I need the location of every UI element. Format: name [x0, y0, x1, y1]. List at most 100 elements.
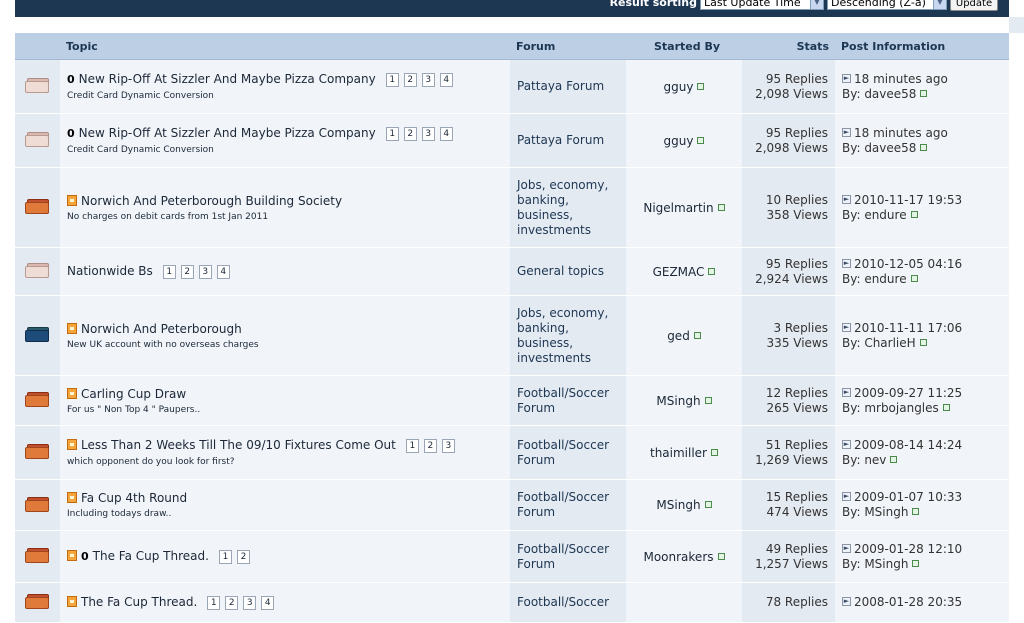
page-link[interactable]: 1 [385, 72, 399, 87]
header-topic[interactable]: Topic [60, 33, 510, 60]
forum-link[interactable]: Jobs, economy, banking, business, invest… [517, 306, 608, 365]
profile-card-icon[interactable] [942, 403, 950, 411]
last-post-time[interactable]: 2010-11-17 19:53 [854, 193, 962, 207]
last-poster[interactable]: By: MSingh [842, 505, 908, 519]
starter-link[interactable]: MSingh [656, 394, 700, 408]
chevron-down-icon[interactable]: ▼ [810, 0, 823, 9]
last-post-time[interactable]: 2010-11-11 17:06 [854, 321, 962, 335]
last-post-arrow-icon[interactable]: ► [842, 492, 851, 501]
header-post-information[interactable]: Post Information [835, 33, 1009, 60]
starter-link[interactable]: GEZMAC [653, 265, 705, 279]
last-post-time[interactable]: 2009-09-27 11:25 [854, 386, 962, 400]
page-link[interactable]: 2 [236, 549, 250, 564]
starter-link[interactable]: Moonrakers [643, 550, 713, 564]
profile-card-icon[interactable] [704, 396, 712, 404]
page-link[interactable]: 3 [421, 72, 435, 87]
forum-link[interactable]: Football/Soccer [517, 595, 609, 609]
profile-card-icon[interactable] [912, 559, 920, 567]
page-link[interactable]: 3 [441, 438, 455, 453]
topic-title-link[interactable]: The Fa Cup Thread. [81, 595, 197, 609]
last-post-arrow-icon[interactable]: ► [842, 194, 851, 204]
last-poster[interactable]: By: nev [842, 453, 886, 467]
starter-link[interactable]: Nigelmartin [643, 201, 713, 215]
page-link[interactable]: 2 [225, 595, 239, 610]
page-link[interactable]: 1 [405, 438, 419, 453]
page-link[interactable]: 1 [207, 595, 221, 610]
last-poster[interactable]: By: endure [842, 272, 907, 286]
topic-title-link[interactable]: Fa Cup 4th Round [81, 491, 187, 505]
sort-order-select[interactable]: Descending (Z-a) ▼ [827, 0, 947, 10]
profile-card-icon[interactable] [708, 267, 716, 275]
page-link[interactable]: 1 [218, 549, 232, 564]
topic-title-link[interactable]: Norwich And Peterborough Building Societ… [81, 194, 342, 208]
page-link[interactable]: 2 [180, 264, 194, 279]
page-link[interactable]: 4 [439, 72, 453, 87]
forum-link[interactable]: Pattaya Forum [517, 133, 604, 147]
last-post-time[interactable]: 2010-12-05 04:16 [854, 257, 962, 271]
forum-link[interactable]: Pattaya Forum [517, 79, 604, 93]
page-link[interactable]: 3 [243, 595, 257, 610]
header-started-by[interactable]: Started By [626, 33, 742, 60]
page-link[interactable]: 4 [439, 126, 453, 141]
profile-card-icon[interactable] [717, 203, 725, 211]
page-link[interactable]: 2 [403, 126, 417, 141]
last-poster[interactable]: By: MSingh [842, 557, 908, 571]
profile-card-icon[interactable] [890, 455, 898, 463]
last-post-time[interactable]: 2009-08-14 14:24 [854, 438, 962, 452]
last-poster[interactable]: By: davee58 [842, 87, 916, 101]
page-link[interactable]: 1 [385, 126, 399, 141]
last-post-arrow-icon[interactable]: ► [842, 127, 851, 137]
header-forum[interactable]: Forum [510, 33, 626, 60]
forum-link[interactable]: General topics [517, 264, 604, 278]
last-post-arrow-icon[interactable]: ► [842, 387, 851, 397]
profile-card-icon[interactable] [912, 508, 920, 515]
last-post-arrow-icon[interactable]: ► [842, 543, 851, 553]
header-stats[interactable]: Stats [742, 33, 835, 60]
page-link[interactable]: 2 [403, 72, 417, 87]
profile-card-icon[interactable] [697, 82, 705, 90]
topic-title-link[interactable]: New Rip-Off At Sizzler And Maybe Pizza C… [79, 126, 376, 140]
last-poster[interactable]: By: davee58 [842, 141, 916, 155]
forum-link[interactable]: Football/Soccer Forum [517, 386, 609, 415]
topic-title-link[interactable]: Norwich And Peterborough [81, 322, 242, 336]
page-link[interactable]: 3 [198, 264, 212, 279]
starter-link[interactable]: MSingh [656, 498, 700, 512]
profile-card-icon[interactable] [711, 448, 718, 456]
topic-title-link[interactable]: The Fa Cup Thread. [93, 549, 209, 563]
page-link[interactable]: 2 [423, 438, 437, 453]
profile-card-icon[interactable] [697, 136, 705, 144]
last-post-time[interactable]: 2008-01-28 20:35 [854, 595, 962, 609]
last-post-arrow-icon[interactable]: ► [842, 73, 851, 83]
topic-title-link[interactable]: Carling Cup Draw [81, 387, 186, 401]
last-poster[interactable]: By: mrbojangles [842, 401, 939, 415]
last-post-arrow-icon[interactable]: ► [842, 258, 851, 268]
profile-card-icon[interactable] [919, 338, 927, 346]
last-post-time[interactable]: 2009-01-28 12:10 [854, 542, 962, 556]
forum-link[interactable]: Football/Soccer Forum [517, 542, 609, 571]
profile-card-icon[interactable] [910, 210, 918, 218]
page-link[interactable]: 4 [261, 595, 275, 610]
last-post-arrow-icon[interactable]: ► [842, 322, 851, 332]
last-post-time[interactable]: 18 minutes ago [854, 126, 948, 140]
topic-title-link[interactable]: Nationwide Bs [67, 264, 153, 278]
page-link[interactable]: 3 [421, 126, 435, 141]
profile-card-icon[interactable] [910, 274, 918, 282]
last-poster[interactable]: By: CharlieH [842, 336, 916, 350]
profile-card-icon[interactable] [717, 552, 725, 560]
page-link[interactable]: 4 [216, 264, 230, 279]
forum-link[interactable]: Football/Soccer Forum [517, 490, 609, 519]
last-post-time[interactable]: 18 minutes ago [854, 72, 948, 86]
last-post-arrow-icon[interactable]: ► [842, 439, 851, 449]
profile-card-icon[interactable] [704, 501, 712, 508]
page-link[interactable]: 1 [162, 264, 176, 279]
starter-link[interactable]: thaimiller [650, 446, 707, 460]
chevron-down-icon[interactable]: ▼ [933, 0, 946, 9]
topic-title-link[interactable]: New Rip-Off At Sizzler And Maybe Pizza C… [79, 72, 376, 86]
forum-link[interactable]: Football/Soccer Forum [517, 438, 609, 467]
starter-link[interactable]: gguy [664, 134, 694, 148]
profile-card-icon[interactable] [920, 143, 928, 151]
starter-link[interactable]: gguy [664, 80, 694, 94]
sort-field-select[interactable]: Last Update Time ▼ [700, 0, 824, 10]
last-poster[interactable]: By: endure [842, 208, 907, 222]
profile-card-icon[interactable] [693, 331, 701, 339]
